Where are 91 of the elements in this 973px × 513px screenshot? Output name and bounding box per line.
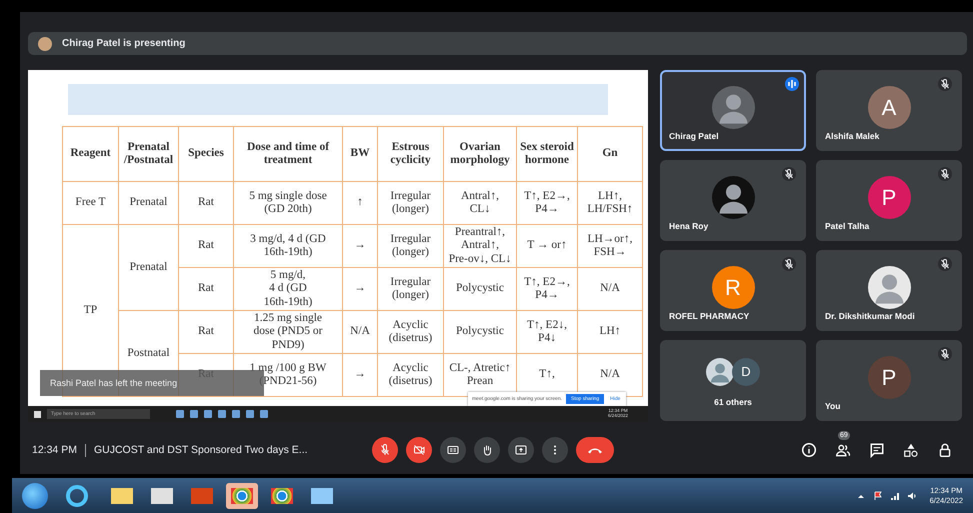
table-cell: Antral↑, CL↓ (444, 182, 516, 224)
table-cell: 1.25 mg single dose (PND5 or PND9) (234, 310, 342, 354)
volume-icon[interactable] (906, 490, 917, 500)
table-cell: Acyclic (disetrus) (378, 354, 444, 396)
camera-icon (412, 443, 426, 457)
participant-tile[interactable]: R ROFEL PHARMACY (660, 250, 806, 331)
table-cell: Prenatal (118, 224, 178, 310)
people-icon[interactable] (835, 442, 851, 458)
table-cell: Irregular (longer) (378, 268, 444, 310)
profile-photo-placeholder (706, 358, 734, 386)
table-cell: Free T (62, 182, 118, 224)
avatar: D (732, 358, 760, 386)
table-cell: T↑, E2→, P4→ (516, 268, 578, 310)
table-header: Species (178, 126, 234, 182)
table-cell: 5 mg/d, 4 d (GD 16th-19th) (234, 268, 342, 310)
meeting-title: GUJCOST and DST Sponsored Two days E... (94, 444, 308, 456)
present-button[interactable] (508, 437, 534, 463)
table-header: Dose and time of treatment (234, 126, 342, 182)
participant-name: Patel Talha (825, 221, 870, 231)
participant-tile[interactable]: P You (816, 340, 962, 421)
chrome-icon[interactable] (226, 482, 258, 508)
end-call-button[interactable] (576, 437, 614, 463)
avatar: P (868, 176, 910, 219)
avatar: A (868, 86, 910, 129)
participant-tile[interactable]: Dr. Dikshitkumar Modi (816, 250, 962, 331)
table-cell: 3 mg/d, 4 d (GD 16th-19th) (234, 224, 342, 268)
camera-button[interactable] (406, 437, 432, 463)
info-icon[interactable] (801, 442, 817, 458)
shapes-icon[interactable] (903, 442, 919, 458)
present-icon (514, 443, 528, 457)
table-header: Ovarian morphology (444, 126, 516, 182)
participant-tile[interactable]: A Alshifa Malek (816, 70, 962, 151)
table-cell: Acyclic (disetrus) (378, 310, 444, 354)
participant-tile[interactable]: Chirag Patel (660, 70, 806, 151)
raise-hand-button[interactable] (474, 437, 500, 463)
table-cell: Irregular (longer) (378, 224, 444, 268)
table-header: Estrous cyclicity (378, 126, 444, 182)
table-cell: Prenatal (118, 182, 178, 224)
table-header: Gn (578, 126, 642, 182)
table-header: Sex steroid hormone (516, 126, 578, 182)
table-cell: N/A (578, 268, 642, 310)
avatar-icon (38, 36, 52, 50)
windows-icon[interactable] (34, 410, 41, 418)
table-cell: LH↑, LH/FSH↑ (578, 182, 642, 224)
flag-icon[interactable] (872, 490, 883, 500)
meeting-time: 12:34 PM (32, 444, 77, 456)
speaking-icon (785, 77, 799, 91)
table-cell: → (342, 268, 378, 310)
table-cell: Rat (178, 182, 234, 224)
table-cell: Irregular (longer) (378, 182, 444, 224)
table-cell: N/A (342, 310, 378, 354)
participant-name: 61 others (713, 397, 753, 407)
avatar: P (868, 356, 910, 399)
table-cell: ↑ (342, 182, 378, 224)
microphone-button[interactable] (372, 437, 398, 463)
participant-tile[interactable]: P Patel Talha (816, 160, 962, 241)
participant-name: Dr. Dikshitkumar Modi (825, 311, 915, 321)
table-cell: → (342, 224, 378, 268)
browser-icon[interactable] (66, 484, 88, 506)
participant-tile[interactable]: Hena Roy (660, 160, 806, 241)
participant-name: Hena Roy (669, 221, 708, 231)
participant-name: ROFEL PHARMACY (669, 311, 750, 321)
chat-icon[interactable] (869, 442, 885, 458)
start-button[interactable] (22, 482, 48, 508)
table-cell: → (342, 354, 378, 396)
table-cell: Rat (178, 268, 234, 310)
table-cell: 5 mg single dose (GD 20th) (234, 182, 342, 224)
table-cell: Preantral↑, Antral↑, Pre-ov↓, CL↓ (444, 224, 516, 268)
avatar: R (712, 266, 754, 309)
table-cell: T↑, E2↓, P4↓ (516, 310, 578, 354)
participant-name: Alshifa Malek (825, 131, 880, 141)
table-cell: LH↑ (578, 310, 642, 354)
microphone-icon (378, 443, 392, 457)
table-cell: Polycystic (444, 268, 516, 310)
captions-icon (446, 443, 460, 457)
presenting-label: Chirag Patel is presenting (62, 38, 186, 49)
table-cell: T↑, E2→, P4→ (516, 182, 578, 224)
network-icon[interactable] (890, 490, 900, 500)
table-header: Reagent (62, 126, 118, 182)
table-cell: Rat (178, 310, 234, 354)
captions-button[interactable] (440, 437, 466, 463)
table-cell: Polycystic (444, 310, 516, 354)
table-cell: T → or↑ (516, 224, 578, 268)
participant-name: Chirag Patel (669, 131, 719, 141)
table-header: BW (342, 126, 378, 182)
table-cell: LH→or↑, FSH→ (578, 224, 642, 268)
participant-tile[interactable]: D 61 others (660, 340, 806, 421)
table-header: Prenatal /Postnatal (118, 126, 178, 182)
table-cell: Rat (178, 224, 234, 268)
participant-name: You (825, 401, 840, 411)
lock-icon[interactable] (937, 442, 953, 458)
